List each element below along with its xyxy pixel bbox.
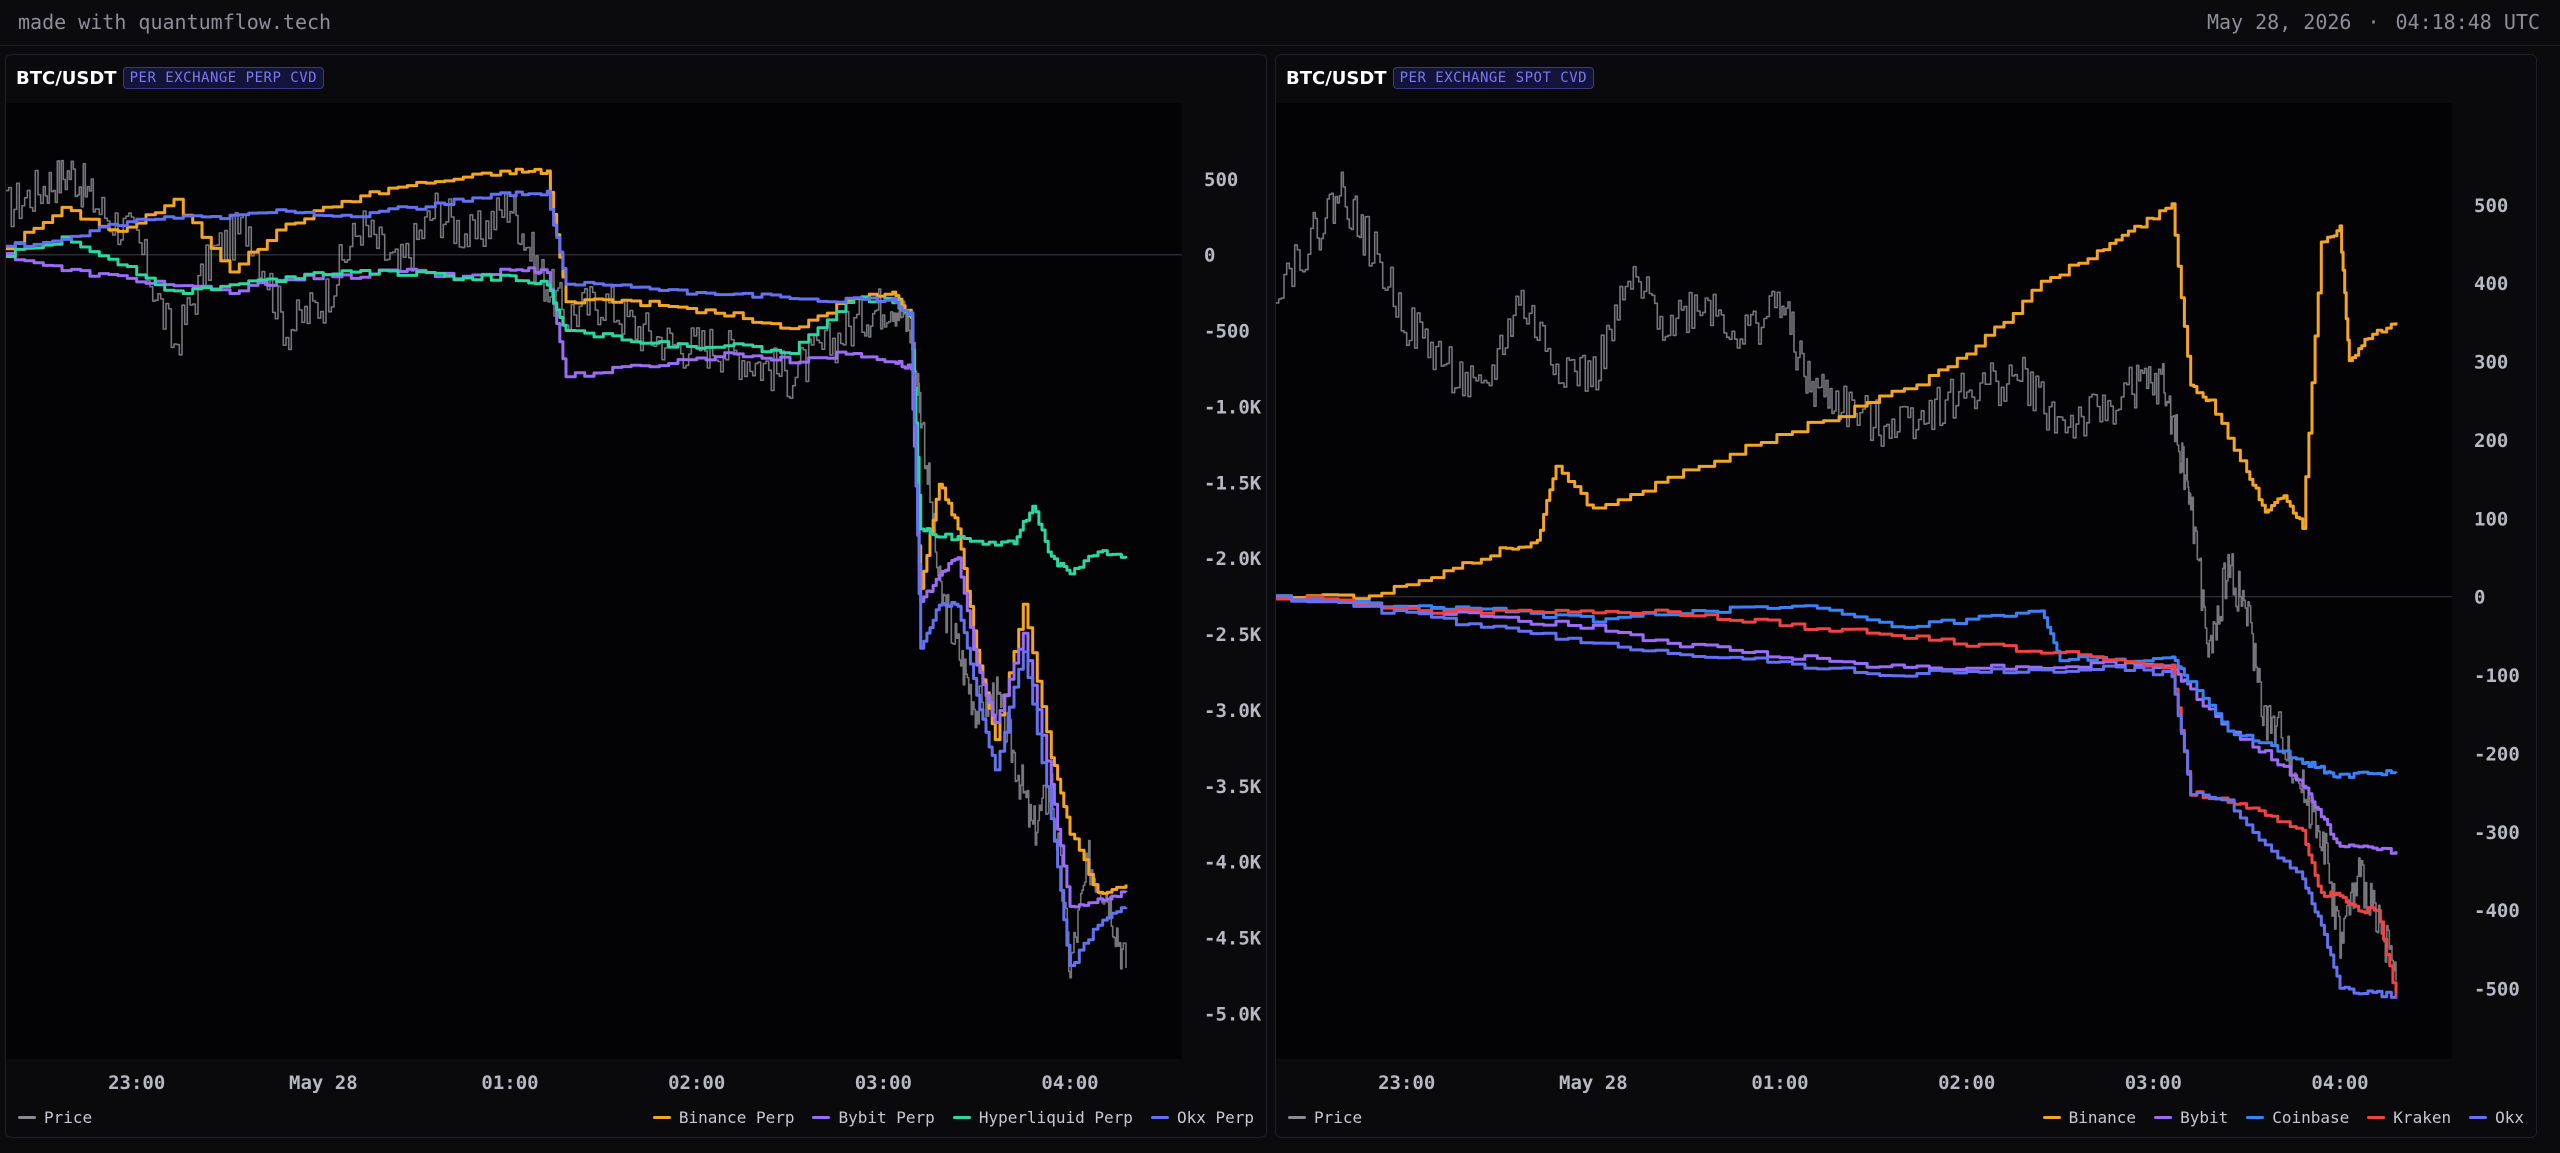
legend-label: Okx bbox=[2495, 1107, 2524, 1127]
perp-cvd-panel: BTC/USDT PER EXCHANGE PERP CVD 500 0 -500-… bbox=[5, 54, 1267, 1138]
x-tick-label: 01:00 bbox=[1751, 1072, 1808, 1094]
timestamp-separator: · bbox=[2367, 10, 2380, 34]
legend-label: Binance Perp bbox=[678, 1107, 795, 1127]
y-tick-label: -500 bbox=[2474, 978, 2520, 1000]
legend-label: Kraken bbox=[2393, 1107, 2452, 1127]
x-tick-label: 02:00 bbox=[1938, 1072, 1995, 1094]
y-tick-label: -4.5K bbox=[1204, 928, 1262, 950]
series-line-bybit-perp[interactable] bbox=[6, 252, 1128, 909]
legend-label: Bybit Perp bbox=[838, 1107, 935, 1127]
x-tick-label: 23:00 bbox=[1378, 1072, 1435, 1094]
x-tick-label: 03:00 bbox=[2125, 1072, 2182, 1094]
y-tick-label: 400 bbox=[2474, 273, 2508, 295]
x-tick-label: 04:00 bbox=[2311, 1072, 2368, 1094]
spot-cvd-chart[interactable]: 500 400 300 200 100 0 -100 -200 -300 -400 -500 23:0… bbox=[1276, 55, 2538, 1139]
series-line-okx-perp[interactable] bbox=[6, 189, 1128, 967]
x-tick-label: 23:00 bbox=[108, 1072, 165, 1094]
legend-swatch bbox=[18, 1115, 36, 1119]
y-tick-label: 100 bbox=[2474, 508, 2508, 530]
spot-cvd-panel: BTC/USDT PER EXCHANGE SPOT CVD 500 400 300… bbox=[1275, 54, 2537, 1138]
y-tick-label: 0 bbox=[1204, 245, 1215, 267]
legend-swatch bbox=[2367, 1115, 2386, 1119]
legend-right: Binance Perp Bybit Perp Hyperliquid Perp… bbox=[652, 1105, 1254, 1129]
legend-swatch bbox=[1288, 1115, 1306, 1119]
y-tick-label: -5.0K bbox=[1204, 1003, 1262, 1025]
timestamp: May 28, 2026 · 04:18:48 UTC bbox=[2207, 10, 2540, 34]
legend-item-okx[interactable]: Okx bbox=[2469, 1108, 2524, 1127]
legend-swatch bbox=[952, 1115, 971, 1119]
legend-swatch bbox=[1150, 1115, 1169, 1119]
legend-item-price[interactable]: Price bbox=[1288, 1108, 1362, 1127]
y-tick-label: -1.5K bbox=[1204, 472, 1262, 494]
y-tick-label: -200 bbox=[2474, 743, 2520, 765]
y-tick-label: -2.0K bbox=[1204, 548, 1262, 570]
y-tick-label: -3.5K bbox=[1204, 776, 1262, 798]
legend-label: Binance bbox=[2068, 1107, 2137, 1127]
legend-left: Price bbox=[18, 1105, 92, 1129]
series-line-kraken[interactable] bbox=[1276, 595, 2398, 997]
y-tick-label: 200 bbox=[2474, 430, 2508, 452]
legend-item-binance-perp[interactable]: Binance Perp bbox=[652, 1107, 795, 1127]
legend-label: Coinbase bbox=[2272, 1107, 2350, 1127]
y-tick-label: 500 bbox=[2474, 195, 2508, 217]
legend-label: Price bbox=[44, 1107, 93, 1127]
y-tick-label: 500 bbox=[1204, 169, 1238, 191]
legend-item-bybit[interactable]: Bybit bbox=[2154, 1108, 2228, 1127]
legend-swatch bbox=[2042, 1115, 2061, 1119]
x-tick-label: 03:00 bbox=[855, 1072, 912, 1094]
x-tick-label: 04:00 bbox=[1041, 1072, 1098, 1094]
legend-item-bybit-perp[interactable]: Bybit Perp bbox=[812, 1107, 935, 1127]
legend-right: Binance Bybit Coinbase Kraken Okx bbox=[2042, 1105, 2524, 1129]
legend-label: Hyperliquid Perp bbox=[978, 1107, 1133, 1127]
x-tick-label: 01:00 bbox=[481, 1072, 538, 1094]
y-tick-label: -100 bbox=[2474, 665, 2520, 687]
legend-left: Price bbox=[1288, 1105, 1362, 1129]
x-tick-label: May 28 bbox=[289, 1072, 358, 1094]
brand-credit: made with quantumflow.tech bbox=[18, 10, 332, 34]
legend-item-hyperliquid-perp[interactable]: Hyperliquid Perp bbox=[952, 1107, 1133, 1127]
legend-swatch bbox=[2154, 1115, 2173, 1119]
series-line-coinbase[interactable] bbox=[1276, 594, 2398, 779]
y-tick-label: -2.5K bbox=[1204, 624, 1262, 646]
legend-item-okx-perp[interactable]: Okx Perp bbox=[1150, 1107, 1254, 1127]
y-tick-label: -300 bbox=[2474, 822, 2520, 844]
x-tick-label: 02:00 bbox=[668, 1072, 725, 1094]
legend-swatch bbox=[812, 1115, 831, 1119]
legend-swatch bbox=[2469, 1115, 2488, 1119]
y-tick-label: -3.0K bbox=[1204, 700, 1262, 722]
legend-item-coinbase[interactable]: Coinbase bbox=[2246, 1108, 2349, 1127]
y-tick-label: 300 bbox=[2474, 352, 2508, 374]
legend-swatch bbox=[652, 1115, 671, 1119]
top-bar: made with quantumflow.tech May 28, 2026 ·… bbox=[0, 0, 2560, 46]
y-tick-label: -4.0K bbox=[1204, 852, 1262, 874]
y-tick-label: 0 bbox=[2474, 587, 2485, 609]
legend-swatch bbox=[2246, 1115, 2265, 1119]
legend-label: Okx Perp bbox=[1176, 1107, 1254, 1127]
legend-item-kraken[interactable]: Kraken bbox=[2367, 1108, 2451, 1127]
timestamp-date: May 28, 2026 bbox=[2206, 10, 2352, 34]
x-tick-label: May 28 bbox=[1559, 1072, 1628, 1094]
y-tick-label: -1.0K bbox=[1204, 396, 1262, 418]
y-tick-label: -400 bbox=[2474, 900, 2520, 922]
legend-label: Bybit bbox=[2180, 1107, 2229, 1127]
y-tick-label: -500 bbox=[1204, 321, 1250, 343]
legend-label: Price bbox=[1314, 1107, 1363, 1127]
legend-item-price[interactable]: Price bbox=[18, 1108, 92, 1127]
legend-item-binance[interactable]: Binance bbox=[2042, 1107, 2137, 1127]
perp-cvd-chart[interactable]: 500 0 -500 -1.0K -1.5K -2.0K -2.5K -3.0K -3.5K -4… bbox=[6, 55, 1268, 1139]
timestamp-time: 04:18:48 UTC bbox=[2395, 10, 2541, 34]
